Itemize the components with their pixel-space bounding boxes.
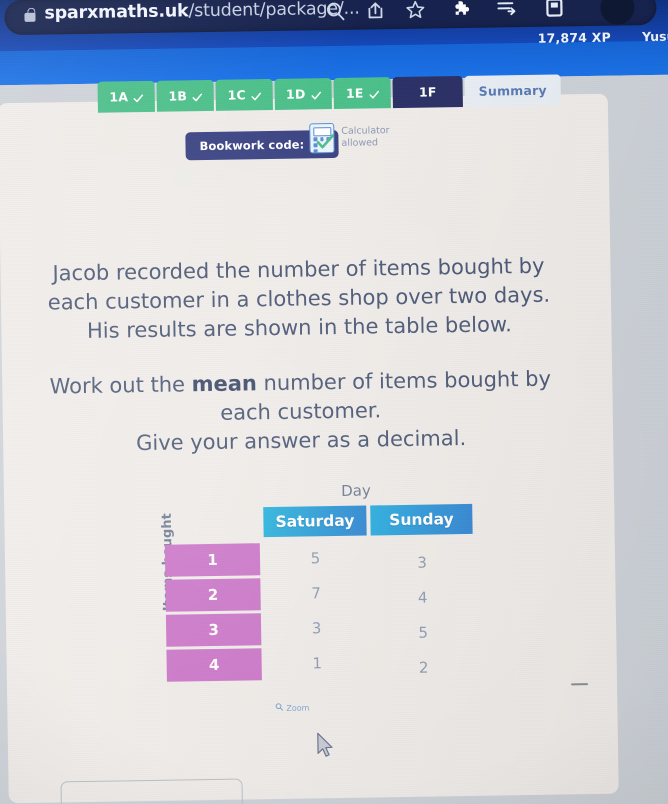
check-icon [251, 90, 262, 100]
column-header-sunday: Sunday [370, 503, 473, 536]
question-text: Jacob recorded the number of items bough… [28, 251, 571, 459]
calculator-allowed-group: Calculator allowed [309, 122, 390, 155]
cell-sunday-3: 5 [418, 623, 429, 642]
cell-sunday-1: 3 [417, 553, 428, 572]
tab-1b-label: 1B [168, 88, 188, 104]
toolbar-icon-group [318, 0, 563, 28]
share-icon[interactable] [358, 0, 393, 28]
check-icon [368, 88, 379, 99]
zoom-control[interactable]: Zoom [275, 702, 309, 713]
cell-sunday-4: 2 [418, 658, 429, 677]
tab-1a[interactable]: 1A [97, 80, 155, 113]
tab-1f-label: 1F [418, 84, 437, 100]
question-line-4-pre: Work out the [49, 372, 192, 399]
reading-list-icon[interactable] [488, 0, 523, 26]
tab-summary[interactable]: Summary [464, 74, 562, 107]
tab-1b[interactable]: 1B [156, 79, 214, 112]
check-icon [316, 134, 335, 155]
question-emphasis-mean: mean [191, 371, 258, 397]
question-para-1: Jacob recorded the number of items bough… [28, 251, 569, 346]
zoom-label: Zoom [286, 702, 310, 713]
calculator-allowed-text: Calculator allowed [341, 125, 390, 150]
tab-summary-label: Summary [478, 82, 547, 99]
cell-saturday-2: 7 [311, 584, 321, 603]
xp-counter: 17,874 XP [537, 29, 611, 46]
lock-icon [24, 7, 36, 22]
check-icon [192, 91, 203, 101]
divider-mark [571, 683, 589, 686]
row-header-1: 1 [164, 543, 261, 577]
answer-input[interactable] [60, 778, 244, 804]
tab-1d[interactable]: 1D [274, 78, 332, 110]
star-icon[interactable] [398, 0, 433, 27]
table-top-label: Day [341, 481, 371, 500]
check-icon [133, 92, 144, 102]
cell-saturday-3: 3 [311, 619, 322, 638]
calculator-icon [309, 123, 335, 155]
browser-window: sparxmaths.uk/student/package/... 17,874… [0, 0, 668, 804]
screen-photo: sparxmaths.uk/student/package/... 17,874… [0, 0, 668, 804]
tab-1e[interactable]: 1E [333, 77, 391, 110]
calculator-allowed-line2: allowed [341, 137, 379, 149]
tab-1f[interactable]: 1F [392, 75, 463, 109]
search-icon[interactable] [318, 0, 353, 28]
extensions-puzzle-icon[interactable] [446, 0, 481, 26]
row-header-4: 4 [166, 648, 262, 682]
cell-saturday-4: 1 [312, 654, 323, 673]
tab-1c-label: 1C [227, 87, 246, 103]
user-name[interactable]: Yusuf [642, 29, 668, 45]
question-line-4-post: number of items bought by [256, 366, 552, 396]
mouse-cursor [316, 732, 339, 767]
row-header-2: 2 [165, 578, 261, 612]
column-header-saturday: Saturday [263, 505, 367, 538]
question-para-2: Work out the mean number of items bought… [30, 364, 571, 459]
url-domain: sparxmaths.uk [44, 1, 189, 24]
calculator-allowed-line1: Calculator [341, 125, 390, 137]
tab-1c[interactable]: 1C [215, 78, 273, 111]
tab-1a-label: 1A [109, 89, 129, 105]
check-icon [310, 89, 321, 99]
tab-1d-label: 1D [285, 86, 306, 102]
row-header-3: 3 [165, 613, 262, 647]
tabs-icon[interactable] [538, 0, 573, 25]
cell-saturday-1: 5 [310, 549, 321, 568]
cell-sunday-2: 4 [417, 588, 428, 607]
magnifier-icon [275, 703, 284, 713]
tab-1e-label: 1E [345, 85, 364, 101]
